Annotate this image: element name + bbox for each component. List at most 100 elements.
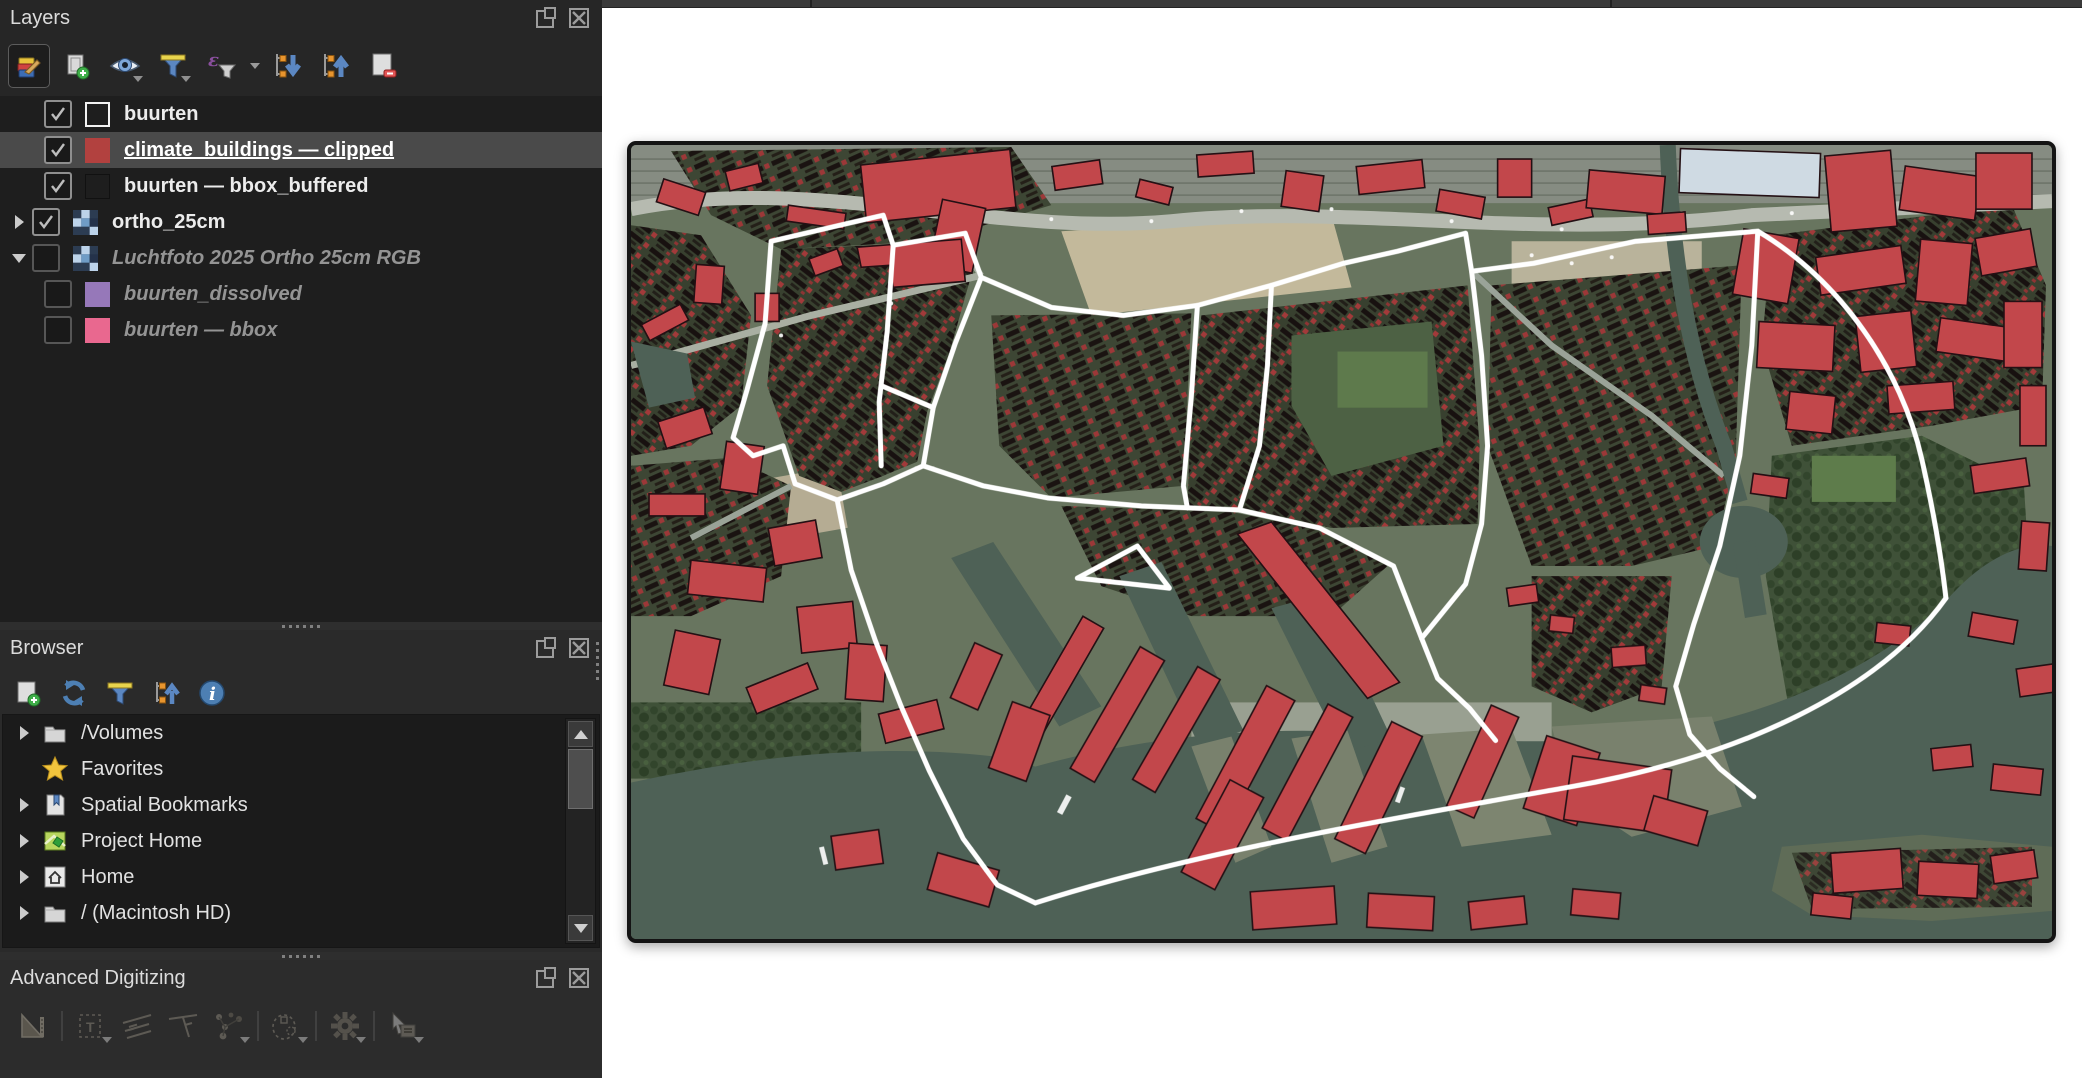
panel-splitter-handle[interactable]	[0, 952, 602, 960]
layer-row-ortho-25cm[interactable]: ortho_25cm	[0, 204, 602, 240]
browser-item-macintosh-hd[interactable]: / (Macintosh HD)	[3, 895, 599, 931]
layers-panel: Layers	[0, 0, 602, 622]
raster-checker-swatch	[73, 246, 98, 271]
browser-panel: Browser	[0, 630, 602, 952]
browser-panel-header: Browser	[0, 630, 602, 666]
visibility-checkbox[interactable]	[44, 316, 72, 344]
close-panel-icon[interactable]	[566, 965, 592, 991]
browser-item-label: /Volumes	[81, 722, 163, 745]
layer-row-buurten[interactable]: buurten	[0, 96, 602, 132]
expander-collapsed-icon[interactable]	[11, 792, 37, 818]
browser-item-spatial-bookmarks[interactable]: Spatial Bookmarks	[3, 787, 599, 823]
close-panel-icon[interactable]	[566, 5, 592, 31]
panel-splitter-handle[interactable]	[0, 622, 602, 630]
bookmark-icon	[41, 791, 69, 819]
float-panel-icon[interactable]	[533, 965, 559, 991]
browser-tree: /Volumes Favorites Spatial Bookmarks Pro…	[2, 714, 600, 948]
expander-collapsed-icon[interactable]	[11, 720, 37, 746]
visibility-checkbox[interactable]	[44, 136, 72, 164]
close-panel-icon[interactable]	[566, 635, 592, 661]
snap-points-icon	[206, 1004, 252, 1048]
toolbar-separator	[810, 0, 812, 7]
collapse-all-icon[interactable]	[314, 44, 356, 88]
expander-collapsed-icon[interactable]	[11, 828, 37, 854]
visibility-checkbox[interactable]	[44, 100, 72, 128]
refresh-icon[interactable]	[54, 673, 94, 713]
collapse-all-icon[interactable]	[146, 673, 186, 713]
map-canvas[interactable]	[627, 141, 2056, 943]
properties-info-icon[interactable]: i	[192, 673, 232, 713]
filter-legend-icon[interactable]	[152, 44, 194, 88]
float-panel-icon[interactable]	[533, 635, 559, 661]
visibility-checkbox[interactable]	[32, 244, 60, 272]
map-themes-icon[interactable]	[104, 44, 146, 88]
layer-swatch	[85, 138, 110, 163]
visibility-checkbox[interactable]	[44, 172, 72, 200]
layer-swatch	[85, 174, 110, 199]
layers-panel-header: Layers	[0, 0, 602, 36]
browser-toolbar: i	[0, 666, 602, 720]
home-icon	[41, 863, 69, 891]
add-group-icon[interactable]	[56, 44, 98, 88]
scrollbar-thumb[interactable]	[568, 749, 593, 809]
chevron-down-icon	[181, 76, 191, 82]
folder-icon	[41, 719, 69, 747]
layer-name: buurten — bbox_buffered	[124, 175, 368, 198]
layer-name: buurten_dissolved	[124, 283, 302, 306]
parallel-lines-icon	[114, 1004, 160, 1048]
filter-expression-icon[interactable]: ε	[200, 44, 242, 88]
advanced-digitizing-panel: Advanced Digitizing T	[0, 960, 602, 1078]
expander-collapsed-icon[interactable]	[11, 864, 37, 890]
dock-sidebar: Layers	[0, 0, 602, 1078]
visibility-checkbox[interactable]	[32, 208, 60, 236]
browser-item-label: Home	[81, 866, 134, 889]
browser-item-project-home[interactable]: Project Home	[3, 823, 599, 859]
layer-name: climate_buildings — clipped	[124, 139, 394, 162]
svg-text:i: i	[209, 684, 216, 705]
project-home-icon	[41, 827, 69, 855]
layer-row-buurten-dissolved[interactable]: buurten_dissolved	[0, 276, 602, 312]
layer-swatch	[85, 282, 110, 307]
dock-splitter-handle[interactable]	[596, 642, 599, 680]
browser-scrollbar[interactable]	[565, 718, 596, 944]
cad-tools-icon	[10, 1004, 56, 1048]
raster-checker-swatch	[73, 210, 98, 235]
layer-row-buurten-bbox[interactable]: buurten — bbox	[0, 312, 602, 348]
remove-layer-icon[interactable]	[362, 44, 404, 88]
float-panel-icon[interactable]	[533, 5, 559, 31]
toolbar-edge-strip	[602, 0, 2082, 8]
star-icon	[41, 755, 69, 783]
expander-collapsed-icon[interactable]	[6, 209, 32, 235]
chevron-down-icon[interactable]	[250, 63, 260, 69]
map-rendering	[631, 145, 2052, 939]
chevron-down-icon	[133, 76, 143, 82]
layer-row-luchtfoto-2025[interactable]: Luchtfoto 2025 Ortho 25cm RGB	[0, 240, 602, 276]
filter-browser-icon[interactable]	[100, 673, 140, 713]
add-selected-layers-icon[interactable]	[8, 673, 48, 713]
expander-collapsed-icon[interactable]	[11, 900, 37, 926]
advanced-digitizing-toolbar: T	[0, 996, 602, 1056]
browser-item-favorites[interactable]: Favorites	[3, 751, 599, 787]
layer-name: ortho_25cm	[112, 211, 225, 234]
scroll-up-icon[interactable]	[568, 721, 593, 747]
expander-expanded-icon[interactable]	[6, 245, 32, 271]
advanced-digitizing-title: Advanced Digitizing	[10, 967, 186, 990]
browser-item-home[interactable]: Home	[3, 859, 599, 895]
expand-all-icon[interactable]	[266, 44, 308, 88]
browser-item-label: Spatial Bookmarks	[81, 794, 248, 817]
map-canvas-area	[602, 0, 2082, 1078]
browser-item-label: / (Macintosh HD)	[81, 902, 231, 925]
browser-panel-title: Browser	[10, 637, 83, 660]
layer-row-buurten-bbox-buffered[interactable]: buurten — bbox_buffered	[0, 168, 602, 204]
layer-styling-icon[interactable]	[8, 44, 50, 88]
svg-text:T: T	[86, 1019, 95, 1035]
layer-row-climate-buildings-clipped[interactable]: climate_buildings — clipped	[0, 132, 602, 168]
construction-mode-icon: T	[68, 1004, 114, 1048]
browser-item-label: Favorites	[81, 758, 163, 781]
browser-item-volumes[interactable]: /Volumes	[3, 715, 599, 751]
layer-name: buurten	[124, 103, 198, 126]
scroll-down-icon[interactable]	[568, 915, 593, 941]
toolbar-separator	[1610, 0, 1612, 7]
layer-name: Luchtfoto 2025 Ortho 25cm RGB	[112, 247, 421, 270]
visibility-checkbox[interactable]	[44, 280, 72, 308]
